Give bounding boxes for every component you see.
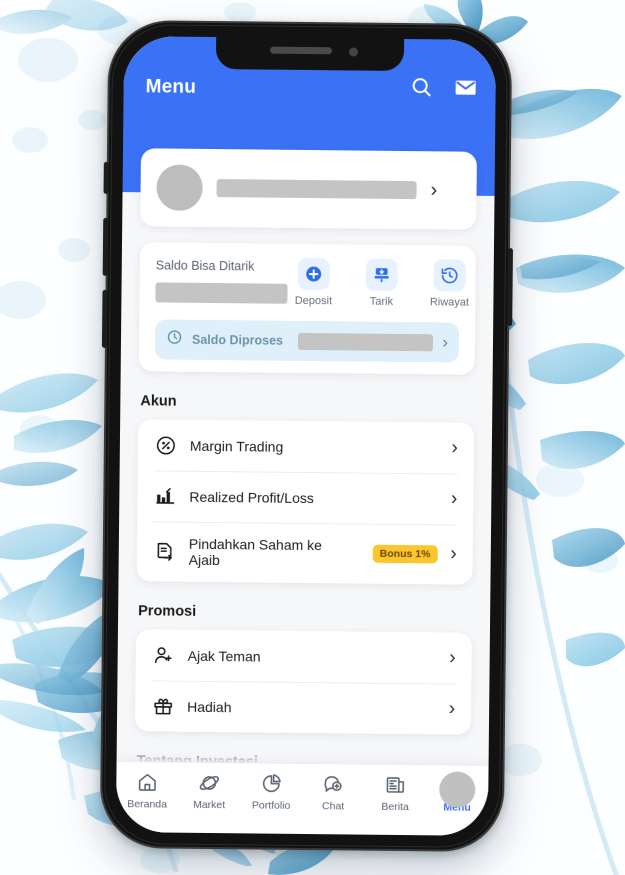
tab-label: Market	[193, 798, 226, 812]
app-bar-actions	[410, 75, 478, 100]
bar-chart-icon	[153, 484, 176, 507]
balance-top-row: Saldo Bisa Ditarik Deposit Tarik Riwayat	[155, 256, 469, 309]
section-title-promosi: Promosi	[138, 603, 197, 620]
menu-item-label: Realized Profit/Loss	[189, 488, 314, 506]
withdraw-label: Tarik	[369, 295, 394, 308]
balance-actions: Deposit Tarik Riwayat	[287, 257, 476, 309]
menu-item-ajak-teman[interactable]: Ajak Teman ›	[135, 629, 472, 684]
history-button[interactable]: Riwayat	[423, 259, 476, 309]
chevron-right-icon: ›	[449, 647, 456, 669]
menu-item-label: Hadiah	[187, 698, 232, 715]
tab-label: Beranda	[127, 798, 168, 811]
tab-beranda[interactable]: Beranda	[118, 770, 176, 811]
menu-item-label: Pindahkan Saham ke Ajaib	[188, 535, 323, 569]
pie-chart-icon	[242, 771, 300, 796]
processed-balance-label: Saldo Diproses	[191, 332, 284, 348]
chevron-right-icon: ›	[450, 543, 457, 565]
avatar	[156, 164, 203, 211]
withdraw-button[interactable]: Tarik	[355, 258, 408, 309]
history-clock-icon	[433, 259, 466, 292]
tab-market[interactable]: Market	[180, 771, 238, 812]
menu-item-label: Ajak Teman	[187, 647, 261, 665]
chat-bubble-icon	[304, 772, 362, 797]
plus-circle-icon	[297, 257, 330, 291]
tab-label: Berita	[381, 800, 409, 814]
app-container: Menu › Saldo Bisa Ditarik Deposit Tarik …	[115, 36, 497, 836]
menu-item-realized-profit-loss[interactable]: Realized Profit/Loss ›	[137, 470, 474, 525]
power-button	[507, 248, 513, 327]
home-icon	[118, 770, 176, 795]
tab-label: Portfolio	[251, 799, 291, 812]
menu-item-hadiah[interactable]: Hadiah ›	[135, 680, 472, 735]
deposit-button[interactable]: Deposit	[287, 257, 340, 308]
chevron-right-icon: ›	[450, 488, 458, 510]
processed-balance-value-redacted	[297, 332, 434, 351]
tab-menu[interactable]: Menu	[428, 771, 486, 814]
promosi-list: Ajak Teman › Hadiah ›	[134, 629, 472, 735]
section-title-akun: Akun	[140, 393, 177, 410]
chevron-right-icon: ›	[451, 437, 458, 459]
planet-icon	[180, 771, 238, 796]
profile-card[interactable]: ›	[140, 148, 477, 230]
balance-amount-redacted	[155, 282, 288, 304]
page-title: Menu	[145, 76, 197, 98]
percent-circle-icon	[154, 433, 177, 456]
chevron-right-icon: ›	[442, 332, 449, 352]
tab-chat[interactable]: Chat	[304, 772, 362, 813]
mail-icon[interactable]	[454, 76, 478, 100]
tab-berita[interactable]: Berita	[366, 773, 424, 814]
bottom-tab-bar: Beranda Market Portfolio Chat Berita	[115, 762, 489, 836]
phone-mockup: Menu › Saldo Bisa Ditarik Deposit Tarik …	[99, 19, 513, 853]
volume-up-button	[102, 217, 109, 276]
chevron-right-icon: ›	[448, 698, 456, 720]
atm-withdraw-icon	[365, 258, 398, 291]
clock-icon	[166, 329, 183, 351]
avatar-icon	[439, 771, 476, 808]
chevron-right-icon: ›	[430, 179, 438, 202]
history-label: Riwayat	[429, 296, 470, 309]
akun-list: Margin Trading › Realized Profit/Loss › …	[136, 419, 475, 585]
phone-screen: Menu › Saldo Bisa Ditarik Deposit Tarik …	[115, 36, 497, 836]
volume-down-button	[101, 289, 108, 348]
profile-name-redacted	[216, 179, 417, 200]
menu-item-pindahkan-saham[interactable]: Pindahkan Saham ke Ajaib Bonus 1% ›	[136, 521, 473, 585]
mute-switch	[103, 161, 109, 194]
balance-label: Saldo Bisa Ditarik	[155, 258, 255, 274]
news-icon	[366, 773, 424, 798]
document-transfer-icon	[153, 540, 176, 563]
screenshot-stage: Menu › Saldo Bisa Ditarik Deposit Tarik …	[0, 0, 625, 875]
balance-card: Saldo Bisa Ditarik Deposit Tarik Riwayat…	[138, 242, 477, 375]
gift-icon	[151, 694, 174, 717]
tab-label: Chat	[321, 800, 345, 813]
menu-item-margin-trading[interactable]: Margin Trading ›	[138, 419, 475, 474]
person-add-icon	[152, 643, 175, 666]
tab-portfolio[interactable]: Portfolio	[242, 771, 300, 812]
menu-scroll-area[interactable]: › Saldo Bisa Ditarik Deposit Tarik Riway…	[116, 130, 496, 766]
processed-balance-row[interactable]: Saldo Diproses ›	[154, 319, 460, 363]
notch	[215, 37, 405, 72]
status-badge: Bonus 1%	[372, 544, 438, 564]
earpiece-speaker	[270, 46, 333, 55]
front-camera	[348, 47, 359, 57]
balance-info: Saldo Bisa Ditarik	[155, 256, 288, 304]
deposit-label: Deposit	[294, 294, 333, 308]
search-icon[interactable]	[410, 75, 434, 99]
menu-item-label: Margin Trading	[189, 437, 284, 455]
